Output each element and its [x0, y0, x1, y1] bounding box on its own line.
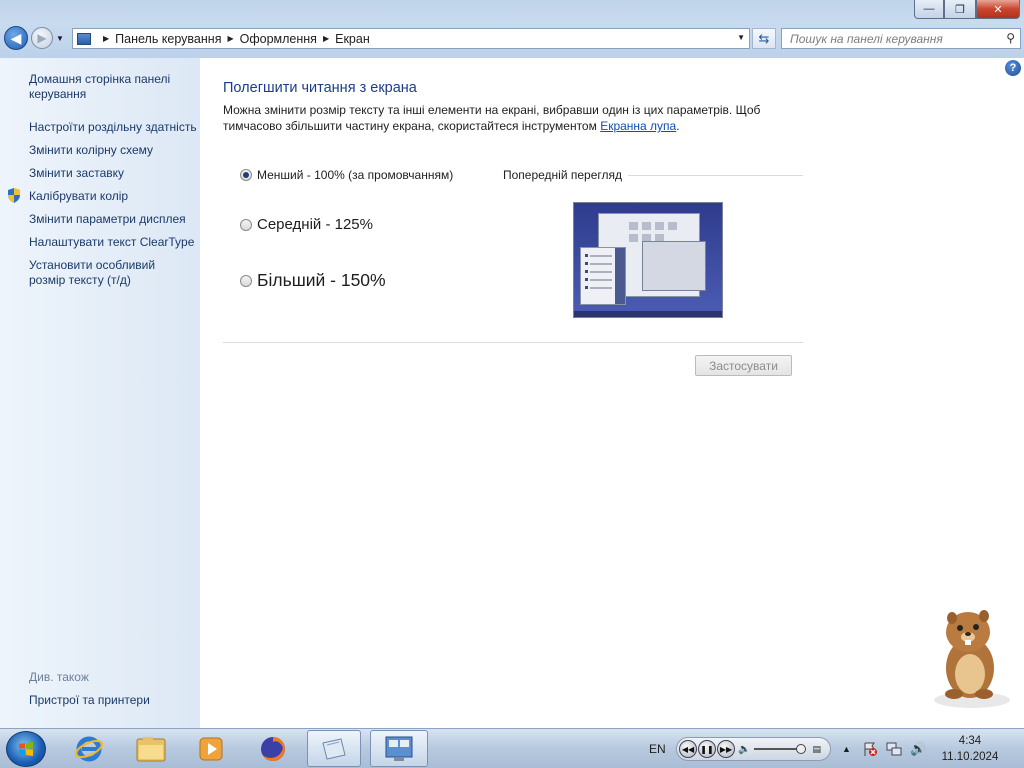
sidebar-link-devices-printers[interactable]: Пристрої та принтери [29, 693, 150, 708]
preview-label: Попередній перегляд [503, 168, 623, 182]
radio-medium[interactable] [240, 218, 252, 231]
option-larger[interactable]: Більший - 150% [240, 270, 386, 291]
search-icon[interactable]: ⚲ [1006, 31, 1015, 45]
page-description: Можна змінити розмір тексту та інші елем… [223, 102, 783, 134]
preview-window-front [642, 241, 706, 291]
magnifier-link[interactable]: Екранна лупа [600, 119, 676, 133]
sidebar-link-cleartype[interactable]: Налаштувати текст ClearType [29, 235, 194, 250]
address-bar[interactable]: ▶ Панель керування ▶ Оформлення ▶ Екран … [72, 28, 750, 49]
chevron-right-icon[interactable]: ▶ [323, 34, 329, 43]
back-button[interactable]: ◀ [4, 26, 28, 50]
network-monitor-icon [886, 742, 902, 756]
clock[interactable]: 4:34 11.10.2024 [935, 733, 1005, 765]
volume-icon[interactable]: 🔈 [738, 744, 750, 755]
forward-button[interactable]: ▶ [31, 27, 53, 49]
media-player-icon [199, 737, 223, 760]
nav-buttons: ◀ ▶ ▼ [4, 26, 64, 50]
preview-list-icon [585, 248, 625, 304]
window-titlebar: — ❐ ✕ ◀ ▶ ▼ ▶ Панель керування ▶ Оформле… [0, 0, 1024, 58]
chevron-right-icon[interactable]: ▶ [227, 34, 233, 43]
media-settings-icon[interactable]: ▤ [812, 744, 821, 755]
sidebar-link-display-settings[interactable]: Змінити параметри дисплея [29, 212, 186, 227]
clock-date: 11.10.2024 [941, 751, 999, 763]
content-divider [223, 342, 803, 343]
volume-slider[interactable] [754, 744, 807, 754]
sidebar-link-home[interactable]: Домашня сторінка панелі керування [29, 72, 194, 102]
fast-forward-icon[interactable]: ▶▶ [717, 740, 735, 758]
breadcrumb-control-panel[interactable]: Панель керування [115, 32, 221, 46]
chevron-right-icon[interactable]: ▶ [103, 34, 109, 43]
radio-larger[interactable] [240, 274, 252, 287]
sidebar-link-color-scheme[interactable]: Змінити колірну схему [29, 143, 153, 158]
minimize-button[interactable]: — [914, 0, 944, 19]
page-title: Полегшити читання з екрана [223, 80, 417, 96]
breadcrumb-appearance[interactable]: Оформлення [240, 32, 317, 46]
uac-shield-icon [8, 188, 20, 203]
radio-smaller[interactable] [240, 169, 252, 181]
refresh-button[interactable]: ⇆ [752, 28, 776, 49]
show-hidden-icons[interactable]: ▲ [842, 729, 851, 768]
firefox-icon [261, 736, 285, 761]
option-medium[interactable]: Середній - 125% [240, 216, 373, 233]
breadcrumb-display[interactable]: Екран [335, 32, 370, 46]
window-controls: — ❐ ✕ [914, 0, 1020, 20]
clock-time: 4:34 [958, 735, 982, 747]
option-smaller-label: Менший - 100% (за промовчанням) [257, 168, 454, 182]
option-smaller[interactable]: Менший - 100% (за промовчанням) [240, 168, 453, 182]
preview-divider [628, 175, 803, 176]
control-panel-icon [77, 32, 91, 45]
taskbar-ie[interactable] [62, 730, 116, 767]
sidebar-link-calibrate-color[interactable]: Калібрувати колір [29, 189, 128, 204]
flag-error-icon [864, 742, 877, 756]
apply-button[interactable]: Застосувати [695, 355, 792, 376]
speaker-icon[interactable]: 🔊 [910, 729, 926, 768]
gopher-mascot-image [934, 610, 1010, 708]
address-dropdown-icon[interactable]: ▼ [737, 33, 745, 42]
preview-taskbar [574, 311, 722, 317]
files-icon [322, 737, 346, 760]
sidebar-link-custom-text-size[interactable]: Установити особливий розмір тексту (т/д) [29, 258, 179, 288]
help-icon[interactable]: ? [1005, 60, 1021, 76]
action-center-icon[interactable] [862, 729, 878, 768]
taskbar-files[interactable] [307, 730, 361, 767]
sidebar-link-resolution[interactable]: Настроїти роздільну здатність [29, 120, 197, 135]
search-placeholder: Пошук на панелі керування [790, 31, 943, 46]
recent-pages-dropdown[interactable]: ▼ [56, 34, 64, 43]
restore-button[interactable]: ❐ [944, 0, 976, 19]
search-input[interactable]: Пошук на панелі керування ⚲ [781, 28, 1021, 49]
taskbar-firefox[interactable] [246, 730, 300, 767]
start-button[interactable] [6, 731, 46, 767]
option-larger-label: Більший - 150% [257, 270, 386, 290]
explorer-icon [136, 736, 166, 761]
windows-logo-icon [19, 742, 33, 756]
language-indicator[interactable]: EN [649, 729, 666, 768]
ie-icon [75, 736, 103, 761]
taskbar-control-panel[interactable] [370, 730, 428, 767]
sidebar-link-screensaver[interactable]: Змінити заставку [29, 166, 124, 181]
taskbar-media-player[interactable] [184, 730, 238, 767]
preview-image [573, 202, 723, 318]
sidebar: Домашня сторінка панелі керування Настро… [0, 58, 200, 728]
network-icon[interactable] [886, 729, 902, 768]
close-button[interactable]: ✕ [976, 0, 1020, 19]
see-also-label: Див. також [29, 670, 89, 684]
control-panel-icon [385, 736, 413, 761]
description-text: Можна змінити розмір тексту та інші елем… [223, 103, 761, 133]
taskbar-explorer[interactable] [124, 730, 178, 767]
description-end: . [676, 119, 680, 133]
rewind-icon[interactable]: ◀◀ [679, 740, 697, 758]
preview-window-list [580, 247, 626, 305]
taskbar: EN ◀◀ ❚❚ ▶▶ 🔈 ▤ ▲ 🔊 4:34 11.10.2024 [0, 728, 1024, 768]
main-content: ? Полегшити читання з екрана Можна зміни… [200, 58, 1024, 728]
media-controls: ◀◀ ❚❚ ▶▶ 🔈 ▤ [676, 737, 831, 761]
pause-icon[interactable]: ❚❚ [698, 740, 716, 758]
option-medium-label: Середній - 125% [257, 216, 373, 233]
